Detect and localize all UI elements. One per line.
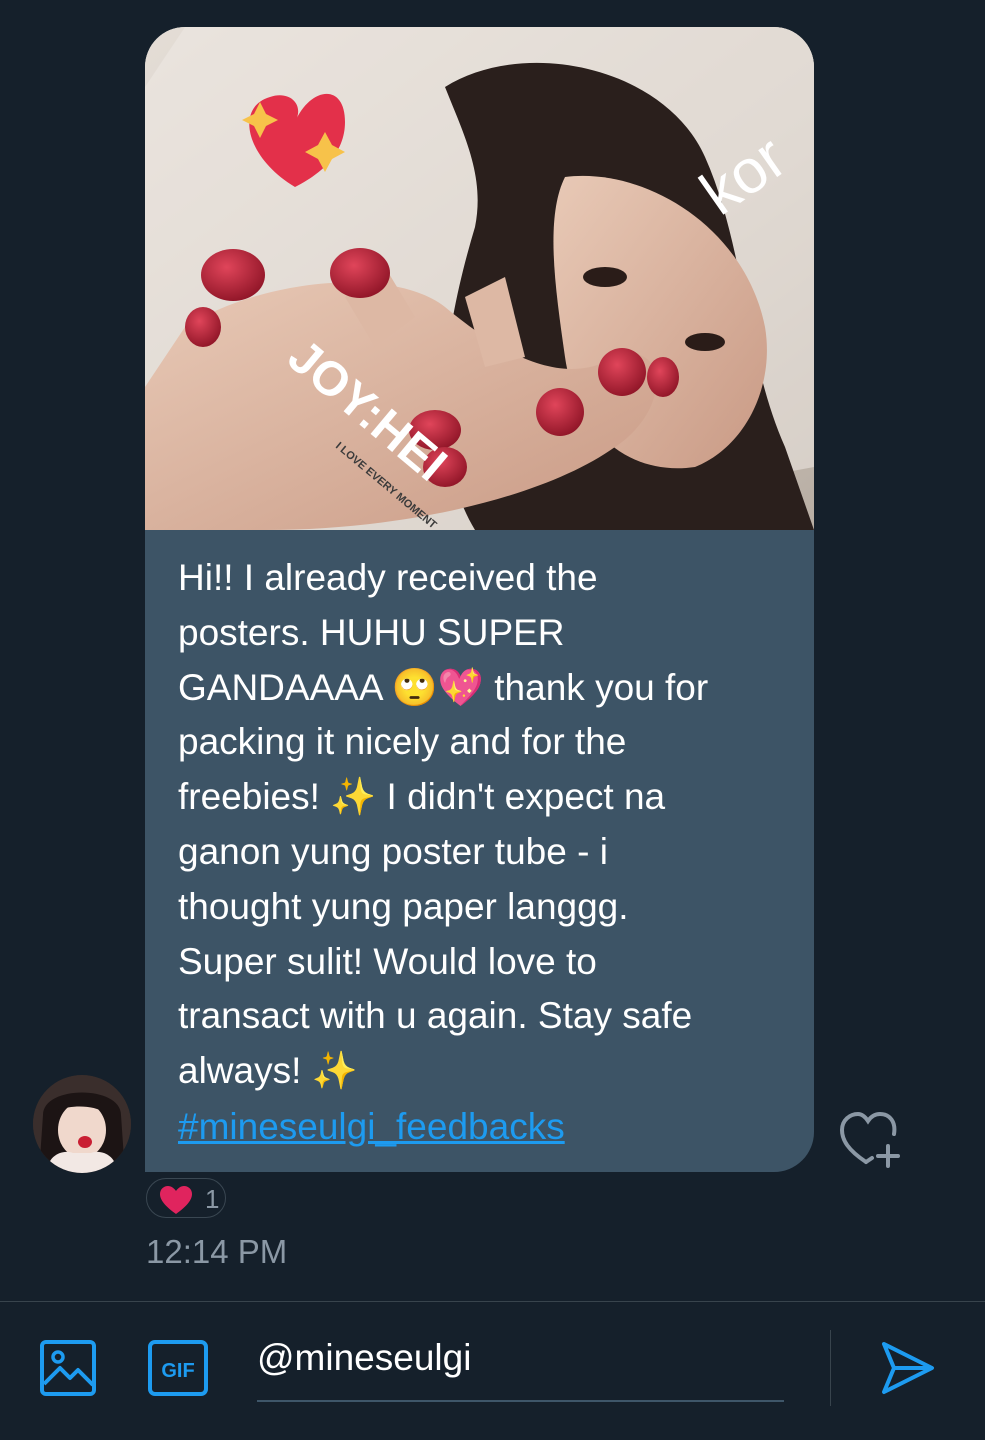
message-bubble[interactable]: JOY:HEI I LOVE EVERY MOMENT kor Hi!! I a… [145,27,814,1172]
send-icon [882,1342,934,1394]
image-icon [40,1340,96,1396]
message-input[interactable]: @mineseulgi [257,1330,784,1402]
gif-button[interactable]: GIF [148,1340,208,1396]
dm-conversation: JOY:HEI I LOVE EVERY MOMENT kor Hi!! I a… [0,0,985,1440]
message-input-value: @mineseulgi [257,1337,472,1378]
image-upload-button[interactable] [40,1340,96,1396]
composer-divider [0,1301,985,1302]
message-photo[interactable]: JOY:HEI I LOVE EVERY MOMENT kor [145,27,814,530]
message-text: Hi!! I already received the posters. HUH… [178,557,709,1092]
hashtag-link[interactable]: #mineseulgi_feedbacks [178,1100,565,1154]
add-reaction-button[interactable] [838,1110,904,1170]
gif-label: GIF [161,1360,194,1382]
heart-icon [159,1185,193,1220]
send-button[interactable] [880,1340,936,1396]
composer-vertical-divider [830,1330,831,1406]
reaction-summary[interactable]: 1 [146,1178,226,1218]
message-timestamp: 12:14 PM [146,1233,288,1270]
gif-icon: GIF [148,1340,208,1396]
heart-plus-icon [839,1111,900,1168]
reaction-count: 1 [205,1184,220,1214]
avatar[interactable] [33,1075,131,1173]
